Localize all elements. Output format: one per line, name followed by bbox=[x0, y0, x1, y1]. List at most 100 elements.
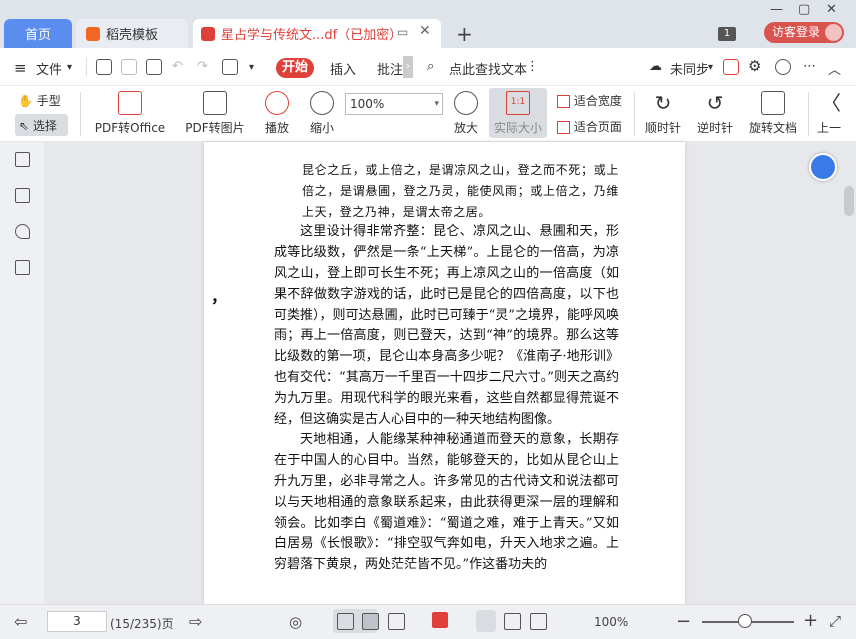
search-icon[interactable]: ⌕ bbox=[427, 59, 434, 74]
fit-page-label: 适合页面 bbox=[573, 120, 622, 134]
rotate-clockwise-icon: ↻ bbox=[654, 91, 672, 115]
menu-annotate[interactable]: 批注 bbox=[377, 59, 403, 78]
annotation-pen-icon[interactable] bbox=[15, 224, 30, 239]
fit-width-button[interactable]: 适合宽度 bbox=[557, 92, 622, 109]
fit-page-status-icon[interactable] bbox=[504, 613, 521, 630]
left-sidebar bbox=[0, 142, 44, 604]
title-tab-bar: 首页 稻壳模板 星占学与传统文...df（已加密） ▭ ✕ + 1 访客登录 —… bbox=[0, 0, 856, 48]
pdf-file-icon bbox=[201, 26, 215, 41]
find-text-input[interactable]: 点此查找文本 bbox=[449, 59, 527, 78]
fullscreen-icon[interactable]: ⤢ bbox=[829, 612, 841, 630]
quoted-passage: 昆仑之丘，或上倍之，是谓凉风之山，登之而不死；或上倍之，是谓悬圃，登之乃灵，能使… bbox=[302, 163, 619, 219]
eye-protection-icon[interactable]: ◎ bbox=[289, 613, 302, 631]
new-tab-icon[interactable]: + bbox=[456, 22, 473, 46]
rotate-document-label: 旋转文档 bbox=[748, 121, 797, 135]
signature-icon[interactable] bbox=[15, 260, 30, 275]
convert-floating-button[interactable] bbox=[809, 153, 837, 181]
maximize-icon[interactable]: ▢ bbox=[798, 2, 810, 17]
rotate-clockwise-button[interactable]: ↻ 顺时针 bbox=[643, 91, 683, 136]
single-page-view-icon[interactable] bbox=[337, 613, 354, 630]
two-page-view-icon[interactable] bbox=[388, 613, 405, 630]
previous-page-button[interactable]: 〈 上一 bbox=[817, 91, 847, 136]
divider bbox=[634, 92, 635, 136]
menu-scroll-right-icon[interactable]: › bbox=[403, 56, 413, 78]
file-chevron-down-icon[interactable]: ▾ bbox=[67, 62, 72, 73]
thumbnail-image-icon[interactable] bbox=[15, 188, 30, 203]
tab-home[interactable]: 首页 bbox=[4, 19, 72, 48]
close-window-icon[interactable]: ✕ bbox=[826, 2, 837, 17]
menu-bar: ≡ 文件 ▾ ↶ ↷ ▾ 插入 批注 ⌕ 点此查找文本 ⋮ ☁ 未同步 ▾ ⚙ … bbox=[0, 48, 856, 86]
zoom-out-button[interactable]: 缩小 bbox=[308, 91, 336, 136]
avatar-icon bbox=[825, 24, 842, 41]
zoom-out-minus-icon[interactable]: − bbox=[676, 611, 691, 632]
vertical-scrollbar[interactable] bbox=[844, 186, 854, 216]
paragraph-2: 天地相通，人能缘某种神秘通道而登天的意象，长期存在于中国人的心目中。当然，能够登… bbox=[274, 432, 619, 573]
sync-chevron-down-icon[interactable]: ▾ bbox=[708, 62, 713, 73]
zoom-chevron-down-icon[interactable]: ▾ bbox=[434, 94, 439, 114]
tab-template[interactable]: 稻壳模板 bbox=[76, 19, 188, 48]
page-info: (15/235)页 bbox=[110, 617, 174, 631]
continuous-view-icon[interactable] bbox=[362, 613, 379, 630]
zoom-slider-thumb[interactable] bbox=[738, 614, 752, 628]
account-icon[interactable] bbox=[775, 59, 791, 75]
share-icon[interactable] bbox=[723, 59, 739, 75]
actual-size-status-icon[interactable] bbox=[476, 610, 496, 632]
zoom-in-button[interactable]: 放大 bbox=[452, 91, 480, 136]
previous-page-label: 上一 bbox=[817, 121, 842, 135]
divider bbox=[80, 92, 81, 136]
hamburger-menu-icon[interactable]: ≡ bbox=[14, 59, 27, 77]
slideshow-play-icon[interactable] bbox=[432, 612, 448, 628]
tab-document-label: 星占学与传统文...df（已加密） bbox=[221, 28, 403, 43]
sync-status[interactable]: 未同步 bbox=[670, 59, 709, 78]
zoom-in-plus-icon[interactable]: + bbox=[803, 610, 818, 631]
actual-size-button-overlay[interactable]: 1:1 实际大小 bbox=[489, 91, 547, 136]
play-button[interactable]: 播放 bbox=[263, 91, 291, 136]
hand-tool-button[interactable]: ✋ 手型 bbox=[18, 92, 61, 109]
divider bbox=[808, 92, 809, 136]
fit-width-icon bbox=[557, 95, 570, 108]
menu-file[interactable]: 文件 bbox=[36, 59, 62, 78]
minimize-icon[interactable]: — bbox=[770, 2, 783, 17]
cloud-sync-icon: ☁ bbox=[649, 59, 662, 74]
zoom-in-label: 放大 bbox=[453, 121, 478, 135]
more-options-icon[interactable]: ⋮ bbox=[526, 59, 539, 74]
outline-list-icon[interactable] bbox=[15, 152, 30, 167]
pdf-to-image-icon bbox=[203, 91, 227, 115]
paragraph-1: 这里设计得非常齐整：昆仑、凉风之山、悬圃和天，形成等比级数，俨然是一条“上天梯”… bbox=[274, 224, 619, 427]
fit-width-status-icon[interactable] bbox=[530, 613, 547, 630]
margin-mark: ， bbox=[211, 287, 228, 306]
select-tool-label: 选择 bbox=[32, 119, 57, 133]
open-folder-icon[interactable] bbox=[96, 59, 112, 75]
more-menu-icon[interactable]: ⋯ bbox=[803, 59, 816, 74]
settings-gear-icon[interactable]: ⚙ bbox=[748, 57, 761, 75]
window-restore-icon[interactable]: ▭ bbox=[397, 25, 408, 39]
rotate-document-button[interactable]: 旋转文档 bbox=[747, 91, 799, 136]
actual-size-overlay-label: 实际大小 bbox=[493, 121, 542, 135]
pdf-to-office-button[interactable]: PDF转Office bbox=[91, 91, 169, 136]
rotate-clockwise-label: 顺时针 bbox=[644, 121, 681, 135]
next-page-arrow-icon[interactable]: ⇨ bbox=[189, 612, 202, 631]
print-icon[interactable] bbox=[146, 59, 162, 75]
collapse-ribbon-icon[interactable]: ︿ bbox=[828, 59, 841, 78]
select-tool-button[interactable]: ⇖ 选择 bbox=[15, 114, 68, 136]
tab-document[interactable]: 星占学与传统文...df（已加密） ▭ ✕ bbox=[193, 19, 441, 48]
more-dropdown-icon[interactable]: ▾ bbox=[249, 62, 254, 73]
pdf-to-image-button[interactable]: PDF转图片 bbox=[185, 91, 245, 136]
zoom-level-select[interactable]: 100% ▾ bbox=[345, 93, 443, 115]
redo-icon[interactable]: ↷ bbox=[197, 59, 208, 74]
menu-start[interactable]: 开始 bbox=[276, 58, 314, 78]
prev-page-arrow-icon[interactable]: ⇦ bbox=[14, 612, 27, 631]
rotate-counterclockwise-button[interactable]: ↺ 逆时针 bbox=[695, 91, 735, 136]
guest-login-button[interactable]: 访客登录 bbox=[764, 22, 844, 43]
fit-page-button[interactable]: 适合页面 bbox=[557, 118, 622, 135]
pdf-page[interactable]: 昆仑之丘，或上倍之，是谓凉风之山，登之而不死；或上倍之，是谓悬圃，登之乃灵，能使… bbox=[204, 142, 685, 604]
page-number-input[interactable]: 3 bbox=[47, 611, 107, 632]
export-icon[interactable] bbox=[222, 59, 238, 75]
zoom-out-icon bbox=[310, 91, 334, 115]
save-icon[interactable] bbox=[121, 59, 137, 75]
tab-template-label: 稻壳模板 bbox=[106, 28, 159, 43]
pdf-to-image-label: PDF转图片 bbox=[185, 121, 245, 135]
menu-insert[interactable]: 插入 bbox=[330, 59, 356, 78]
undo-icon[interactable]: ↶ bbox=[172, 59, 183, 74]
close-tab-icon[interactable]: ✕ bbox=[419, 23, 431, 39]
